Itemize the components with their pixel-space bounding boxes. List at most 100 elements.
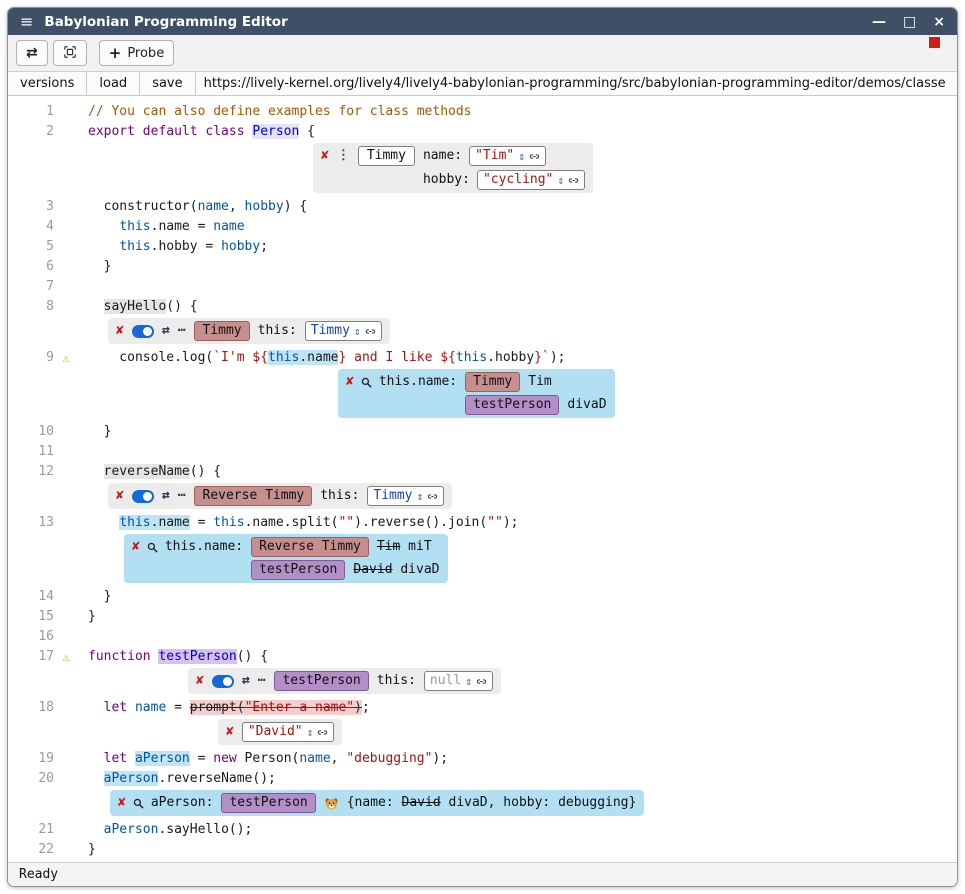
frame-button[interactable] bbox=[53, 40, 87, 66]
code-line[interactable]: console.log(`I'm ${this.name} and I like… bbox=[88, 348, 957, 368]
code-token bbox=[88, 751, 104, 766]
delete-widget-icon[interactable]: ✘ bbox=[321, 148, 329, 165]
probe-widget: ✘aPerson:testPerson{name: David divaD, h… bbox=[110, 790, 644, 816]
close-button[interactable]: × bbox=[933, 15, 945, 29]
example-badge[interactable]: testPerson bbox=[274, 671, 368, 691]
code-token: hobby bbox=[245, 199, 284, 214]
swap-button[interactable]: ⇄ bbox=[16, 40, 48, 66]
code-line[interactable]: this.name = this.name.split("").reverse(… bbox=[88, 513, 957, 533]
code-line[interactable]: aPerson.reverseName(); bbox=[88, 769, 957, 789]
value-select-dropdown[interactable]: "David"⇕ bbox=[242, 722, 334, 742]
code-line[interactable]: let aPerson = new Person(name, "debuggin… bbox=[88, 749, 957, 769]
swap-example-icon[interactable]: ⇄ bbox=[162, 486, 170, 506]
line-gutter: 14 bbox=[8, 587, 80, 607]
code-line[interactable] bbox=[88, 442, 957, 462]
code-line[interactable]: } bbox=[88, 607, 957, 627]
delete-widget-icon[interactable]: ✘ bbox=[118, 795, 126, 812]
code-token: } bbox=[88, 424, 111, 439]
code-line[interactable]: // You can also define examples for clas… bbox=[88, 102, 957, 122]
widget-row: ✘this.name:TimmyTimtestPersondivaD bbox=[8, 368, 957, 422]
delete-widget-icon[interactable]: ✘ bbox=[116, 488, 124, 505]
line-number: 1 bbox=[8, 102, 54, 122]
line-gutter: 19 bbox=[8, 749, 80, 769]
minimize-button[interactable]: — bbox=[872, 15, 886, 29]
example-badge[interactable]: Timmy bbox=[194, 321, 249, 341]
code-line[interactable]: } bbox=[88, 840, 957, 860]
versions-button[interactable]: versions bbox=[8, 72, 87, 95]
code-token: name bbox=[198, 199, 229, 214]
value-select-dropdown[interactable]: Timmy⇕ bbox=[367, 486, 444, 506]
value-select-dropdown[interactable]: null⇕ bbox=[424, 671, 493, 691]
toggle-on-icon[interactable] bbox=[132, 325, 154, 338]
code-token: ); bbox=[503, 515, 519, 530]
probe-result-row: testPerson{name: David divaD, hobby: deb… bbox=[221, 793, 636, 813]
delete-widget-icon[interactable]: ✘ bbox=[196, 673, 204, 690]
add-probe-button[interactable]: + Probe bbox=[99, 40, 174, 66]
delete-widget-icon[interactable]: ✘ bbox=[346, 374, 354, 391]
titlebar[interactable]: ≡ Babylonian Programming Editor — □ × bbox=[8, 8, 957, 35]
select-arrows-icon: ⇕ bbox=[557, 175, 564, 186]
probe-magnifier-icon bbox=[146, 541, 159, 554]
code-token: "" bbox=[487, 515, 503, 530]
line-number: 2 bbox=[8, 122, 54, 142]
link-icon bbox=[476, 676, 487, 687]
code-line[interactable] bbox=[88, 277, 957, 297]
code-row: 17⚠function testPerson() { bbox=[8, 647, 957, 667]
widget-row: ✘this.name:Reverse TimmyTim miTtestPerso… bbox=[8, 533, 957, 587]
code-line[interactable]: this.hobby = hobby; bbox=[88, 237, 957, 257]
url-input[interactable]: https://lively-kernel.org/lively4/lively… bbox=[196, 72, 957, 95]
code-line[interactable]: sayHello() { bbox=[88, 297, 957, 317]
code-token: reverseName bbox=[104, 464, 190, 479]
example-toggle-widget: ✘⇄⋯Reverse Timmythis:Timmy⇕ bbox=[108, 483, 452, 509]
swap-example-icon[interactable]: ⇄ bbox=[242, 671, 250, 691]
code-line[interactable]: } bbox=[88, 257, 957, 277]
code-line[interactable]: this.name = name bbox=[88, 217, 957, 237]
code-line[interactable]: } bbox=[88, 422, 957, 442]
status-text: Ready bbox=[19, 867, 58, 882]
swap-example-icon[interactable]: ⇄ bbox=[162, 321, 170, 341]
line-number: 19 bbox=[8, 749, 54, 769]
toggle-on-icon[interactable] bbox=[132, 490, 154, 503]
line-gutter: 9⚠ bbox=[8, 348, 80, 368]
code-token: this bbox=[268, 350, 299, 365]
example-badge[interactable]: Reverse Timmy bbox=[194, 486, 312, 506]
value-select-dropdown[interactable]: Timmy⇕ bbox=[305, 321, 382, 341]
save-button[interactable]: save bbox=[140, 72, 195, 95]
code-row: 18 let name = prompt("Enter a name"); bbox=[8, 698, 957, 718]
probe-value: Tim bbox=[377, 539, 400, 554]
toggle-on-icon[interactable] bbox=[212, 675, 234, 688]
value-select-dropdown[interactable]: "cycling"⇕ bbox=[477, 170, 585, 190]
warning-icon bbox=[54, 607, 78, 627]
status-bar: Ready bbox=[8, 862, 957, 886]
code-line[interactable]: function testPerson() { bbox=[88, 647, 957, 667]
delete-widget-icon[interactable]: ✘ bbox=[116, 323, 124, 340]
hamburger-menu-icon[interactable]: ≡ bbox=[20, 14, 33, 30]
maximize-button[interactable]: □ bbox=[903, 15, 916, 29]
example-name-input[interactable]: Timmy bbox=[358, 146, 415, 166]
value-select-dropdown[interactable]: "Tim"⇕ bbox=[469, 146, 546, 166]
code-token: } bbox=[88, 842, 96, 857]
code-row: 19 let aPerson = new Person(name, "debug… bbox=[8, 749, 957, 769]
code-line[interactable]: export default class Person { bbox=[88, 122, 957, 142]
line-gutter: 3 bbox=[8, 197, 80, 217]
delete-widget-icon[interactable]: ✘ bbox=[226, 724, 234, 741]
code-line[interactable]: aPerson.sayHello(); bbox=[88, 820, 957, 840]
code-line[interactable] bbox=[88, 627, 957, 647]
code-token: .name.split( bbox=[245, 515, 339, 530]
code-token: ` bbox=[542, 350, 550, 365]
warning-icon bbox=[54, 587, 78, 607]
code-editor[interactable]: 1 // You can also define examples for cla… bbox=[8, 96, 957, 862]
load-button[interactable]: load bbox=[87, 72, 140, 95]
more-options-icon[interactable]: ⋯ bbox=[258, 671, 267, 691]
drag-handle-icon[interactable]: ⋮ bbox=[337, 148, 350, 165]
delete-widget-icon[interactable]: ✘ bbox=[132, 539, 140, 556]
code-line[interactable]: constructor(name, hobby) { bbox=[88, 197, 957, 217]
code-line[interactable]: let name = prompt("Enter a name"); bbox=[88, 698, 957, 718]
code-token: console.log( bbox=[88, 350, 213, 365]
more-options-icon[interactable]: ⋯ bbox=[178, 321, 187, 341]
window-title: Babylonian Programming Editor bbox=[44, 14, 872, 30]
probe-value: divaD bbox=[393, 562, 440, 577]
code-line[interactable]: } bbox=[88, 587, 957, 607]
code-line[interactable]: reverseName() { bbox=[88, 462, 957, 482]
more-options-icon[interactable]: ⋯ bbox=[178, 486, 187, 506]
